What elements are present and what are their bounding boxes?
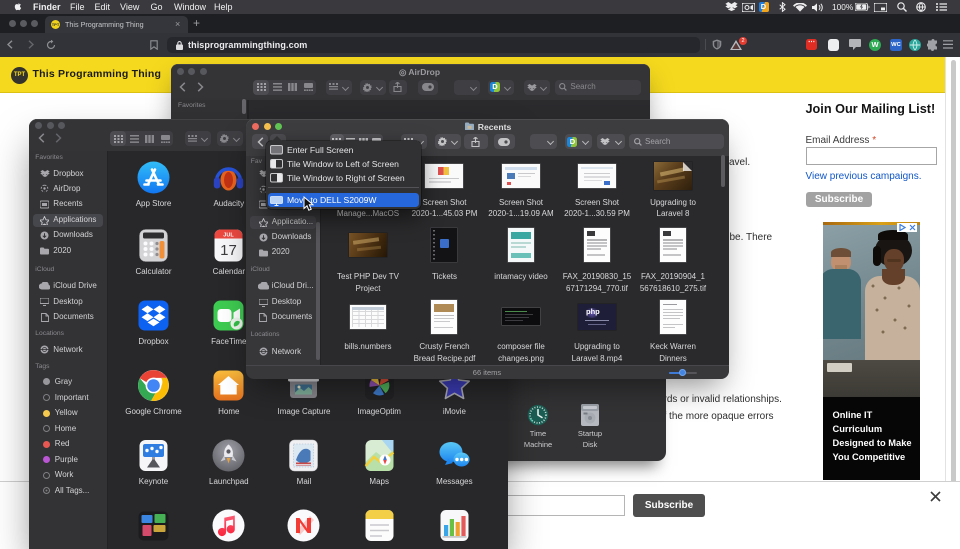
svg-text:17: 17 (220, 242, 237, 259)
svg-text:JUL: JUL (224, 233, 235, 239)
